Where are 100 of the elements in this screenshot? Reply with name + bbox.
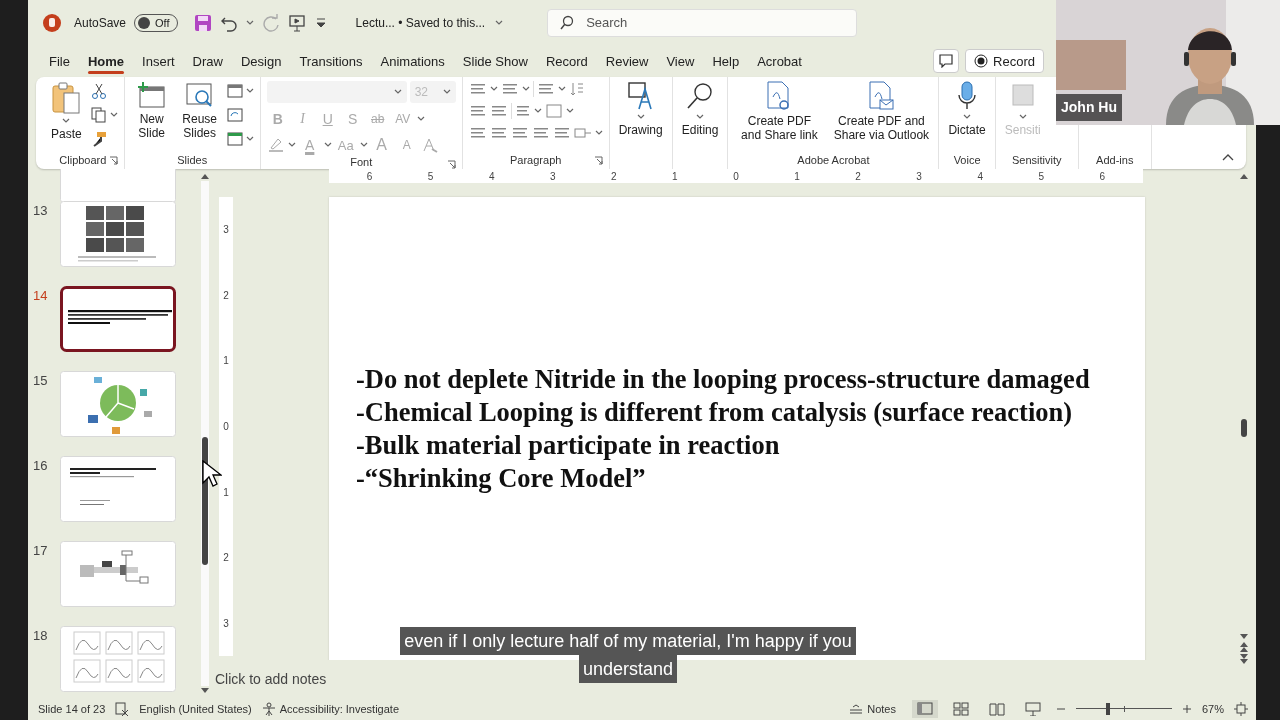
spelling-icon	[115, 702, 130, 716]
group-label: Voice	[953, 154, 981, 166]
comment-icon	[939, 54, 954, 68]
slide-number: 17	[32, 543, 49, 558]
ribbon-button[interactable]: Create PDF and Share link	[734, 81, 825, 142]
ribbon-tab[interactable]: Acrobat	[748, 47, 811, 75]
view-button[interactable]	[911, 700, 938, 718]
ribbon-tab[interactable]: Draw	[183, 47, 232, 75]
ribbon-tab[interactable]: Animations	[371, 47, 454, 75]
ruler-number: 1	[794, 170, 800, 182]
scroll-up-icon	[1240, 173, 1248, 179]
slide-thumbnail[interactable]	[60, 286, 176, 352]
ribbon-button[interactable]: New Slide	[130, 81, 173, 140]
ruler-number: 0	[733, 170, 739, 182]
group-label: Font	[350, 156, 373, 168]
accessibility-status[interactable]: Accessibility: Investigate	[279, 703, 399, 715]
ribbon-tab[interactable]: Transitions	[290, 47, 372, 75]
ruler-number: 2	[855, 170, 861, 182]
slide-count: Slide 14 of 23	[38, 703, 106, 715]
ribbon-tab[interactable]: Home	[78, 47, 134, 75]
caret-icon	[565, 108, 574, 114]
distributed-icon	[552, 125, 571, 141]
caret-icon	[245, 19, 254, 26]
caret-icon	[393, 89, 402, 95]
ribbon-button[interactable]: Drawing	[615, 81, 666, 137]
slide-number: 14	[32, 288, 49, 303]
accessibility-icon	[261, 702, 276, 716]
scroll-up-icon	[201, 173, 209, 179]
caret-icon	[594, 130, 603, 136]
ribbon-button[interactable]: Paste	[48, 81, 85, 141]
ribbon-tab[interactable]: Insert	[133, 47, 184, 75]
decrease-indent-icon	[468, 103, 487, 119]
ruler-number: 3	[223, 224, 229, 236]
reset-icon	[226, 107, 243, 123]
center-icon	[489, 125, 508, 141]
caret-icon	[245, 136, 254, 142]
notes-placeholder[interactable]: Click to add notes	[215, 671, 327, 687]
search-field[interactable]: Search	[547, 8, 858, 37]
ruler-number: 6	[1099, 170, 1106, 182]
slide-text[interactable]: -Do not deplete Nitride in the looping process-structure damaged -Chemical Looping is different from catalysis (surface reaction) -Bulk material participate in reaction -“Shrinking Core Model”	[329, 197, 1145, 495]
scrollbar-thumb[interactable]	[1241, 419, 1247, 437]
caret-icon	[636, 114, 645, 120]
line-spacing-icon	[536, 81, 555, 97]
language-label[interactable]: English (United States)	[139, 703, 252, 715]
group-label: Add-ins	[1096, 154, 1134, 166]
dialog-launcher-icon	[593, 156, 603, 165]
scroll-down-icon	[201, 688, 209, 694]
ruler-number: 0	[223, 420, 229, 432]
new-slide-icon	[136, 81, 167, 109]
smartart-icon	[573, 125, 592, 141]
columns-icon	[514, 103, 531, 119]
ribbon-tab[interactable]: Record	[536, 47, 597, 75]
reuse-slides-icon	[184, 81, 215, 109]
ribbon-tab[interactable]: Review	[596, 47, 658, 75]
numbering-icon	[500, 81, 519, 97]
caret-icon	[557, 86, 566, 92]
zoom-percent[interactable]: 67%	[1201, 703, 1224, 715]
caret-icon	[323, 142, 332, 148]
ribbon-tab[interactable]: Slide Show	[453, 47, 537, 75]
align-left-icon	[468, 125, 487, 141]
text-direction-icon	[568, 81, 585, 97]
ribbon-button[interactable]: Editing	[678, 81, 722, 137]
dialog-launcher-icon	[446, 160, 456, 169]
clear-format-icon	[420, 137, 439, 153]
fit-slide-icon	[1234, 702, 1248, 716]
presenter-icon	[287, 13, 306, 32]
ribbon-tab[interactable]: File	[40, 47, 79, 75]
ribbon-tab[interactable]: View	[657, 47, 704, 75]
zoom-slider[interactable]	[1075, 703, 1172, 715]
layout-icon	[226, 83, 243, 99]
ribbon-button[interactable]: Reuse Slides	[178, 81, 221, 140]
ribbon-button[interactable]: Dictate	[945, 81, 989, 137]
participant-name: John Hu	[1056, 94, 1122, 121]
ribbon-tab[interactable]: Design	[231, 47, 291, 75]
ribbon-button[interactable]: Create PDF and Share via Outlook	[830, 81, 933, 142]
notes-icon	[849, 704, 864, 714]
microphone-icon	[956, 81, 979, 111]
record-button[interactable]: Record	[965, 49, 1044, 73]
ruler-number: 3	[916, 170, 922, 182]
caption-text: understand	[578, 655, 678, 683]
next-slide-icon	[1240, 654, 1248, 664]
ribbon-tab[interactable]: Help	[703, 47, 749, 75]
app-logo-icon	[42, 12, 62, 33]
comments-button[interactable]	[933, 49, 960, 73]
group-label: Adobe Acrobat	[797, 154, 870, 166]
ruler-number: 2	[223, 289, 229, 301]
group-label: Slides	[177, 154, 208, 166]
caret-icon	[495, 19, 504, 26]
copy-icon	[90, 107, 107, 123]
slide-number: 16	[32, 458, 49, 473]
collapse-ribbon-icon	[1222, 153, 1234, 161]
document-title[interactable]: Lectu... • Saved to this...	[355, 15, 504, 30]
ruler-number: 1	[223, 486, 229, 498]
ruler-number: 6	[366, 170, 373, 182]
ruler-number: 4	[488, 170, 495, 182]
section-icon	[226, 131, 243, 147]
dialog-launcher-icon	[108, 156, 118, 165]
caret-icon	[521, 86, 530, 92]
caret-icon	[416, 116, 425, 122]
notes-button[interactable]: Notes	[849, 703, 896, 715]
